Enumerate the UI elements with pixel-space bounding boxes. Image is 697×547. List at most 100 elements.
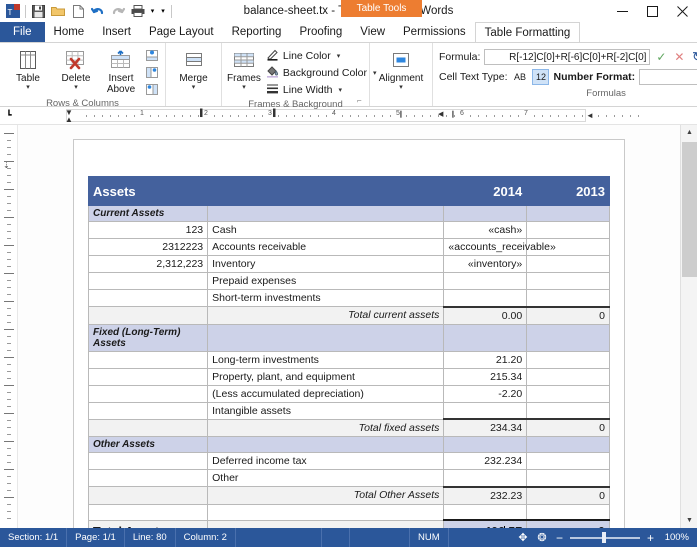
- zoom-out-button[interactable]: −: [554, 531, 565, 545]
- frames-dropdown-caret[interactable]: ▾: [242, 84, 246, 91]
- table-row[interactable]: Other Assets: [87, 436, 610, 453]
- table-row[interactable]: [87, 503, 610, 521]
- zoom-slider-knob[interactable]: [601, 532, 606, 543]
- row-2014-cell[interactable]: [443, 272, 528, 290]
- insert-above-button[interactable]: Insert Above: [101, 46, 141, 95]
- header-assets[interactable]: Assets: [87, 176, 209, 206]
- row-2013-cell[interactable]: [526, 469, 610, 487]
- row-2014-cell[interactable]: «cash»: [443, 221, 528, 239]
- row-2014-cell[interactable]: 232.23: [443, 485, 528, 505]
- row-2013-cell[interactable]: 0: [526, 485, 610, 505]
- tab-table-formatting[interactable]: Table Formatting: [474, 22, 581, 42]
- section-blank-cell[interactable]: [526, 205, 610, 222]
- row-2014-cell[interactable]: [443, 289, 528, 307]
- section-blank-cell[interactable]: [526, 436, 610, 453]
- print-icon[interactable]: [128, 2, 148, 21]
- balance-sheet-table[interactable]: Assets 2014 2013 Current Assets 123 Cash «cash…: [87, 176, 610, 528]
- table-button[interactable]: Table ▾: [5, 46, 51, 91]
- insert-below-icon[interactable]: [143, 47, 160, 63]
- section-blank-cell[interactable]: [443, 436, 528, 453]
- row-number-cell[interactable]: [87, 486, 209, 505]
- row-description-cell[interactable]: (Less accumulated depreciation): [207, 384, 445, 403]
- vertical-scrollbar[interactable]: ▲ ▼: [680, 125, 697, 528]
- new-document-icon[interactable]: [68, 2, 88, 21]
- row-number-cell[interactable]: [87, 350, 209, 369]
- row-2014-cell[interactable]: 234.34: [443, 418, 528, 437]
- row-number-cell[interactable]: [87, 452, 209, 470]
- status-num-lock[interactable]: NUM: [410, 528, 449, 547]
- section-blank-cell[interactable]: [443, 205, 528, 222]
- row-description-cell[interactable]: Property, plant, and equipment: [207, 367, 445, 386]
- alignment-button[interactable]: Alignment ▾: [375, 46, 427, 91]
- merge-dropdown-caret[interactable]: ▾: [192, 84, 196, 91]
- vertical-ruler-marker[interactable]: ⇣: [3, 161, 10, 170]
- section-label-cell[interactable]: Other Assets: [87, 436, 209, 453]
- row-2013-cell[interactable]: [526, 401, 610, 420]
- status-column[interactable]: Column: 2: [176, 528, 236, 547]
- row-description-cell[interactable]: Total Other Assets: [207, 486, 445, 505]
- tab-view[interactable]: View: [351, 22, 394, 42]
- table-row[interactable]: 2,312,223 Inventory «inventory»: [87, 255, 610, 273]
- row-description-cell[interactable]: Inventory: [207, 255, 445, 273]
- row-number-cell[interactable]: [87, 272, 209, 290]
- insert-right-icon[interactable]: [143, 81, 160, 97]
- close-button[interactable]: [667, 0, 697, 22]
- row-2014-cell[interactable]: [443, 503, 528, 521]
- line-color-button[interactable]: Line Color ▾: [263, 48, 380, 64]
- qat-customize-icon[interactable]: ▾: [157, 2, 169, 21]
- status-section[interactable]: Section: 1/1: [0, 528, 68, 547]
- table-row[interactable]: Deferred income tax 232.234: [87, 452, 610, 470]
- section-blank-cell[interactable]: [207, 323, 445, 352]
- row-number-cell[interactable]: [87, 367, 209, 386]
- document-page[interactable]: Assets 2014 2013 Current Assets 123 Cash «cash…: [73, 139, 625, 528]
- status-line[interactable]: Line: 80: [125, 528, 176, 547]
- row-number-cell[interactable]: [87, 289, 209, 307]
- table-row[interactable]: Total fixed assets 234.34 0: [87, 418, 610, 437]
- zoom-slider[interactable]: [569, 531, 640, 545]
- tab-permissions[interactable]: Permissions: [394, 22, 475, 42]
- row-2014-cell[interactable]: [443, 401, 528, 420]
- row-2013-cell[interactable]: [526, 503, 610, 521]
- tab-file[interactable]: File: [0, 22, 45, 42]
- open-folder-icon[interactable]: [48, 2, 68, 21]
- row-number-cell[interactable]: 2,312,223: [87, 255, 209, 273]
- grand-total-2014-cell[interactable]: 466.57: [443, 519, 528, 528]
- row-number-cell[interactable]: 2312223: [87, 238, 209, 256]
- delete-button[interactable]: Delete ▾: [53, 46, 99, 91]
- row-description-cell[interactable]: Total current assets: [207, 306, 445, 325]
- row-2013-cell[interactable]: [526, 272, 610, 290]
- header-2013[interactable]: 2013: [526, 176, 610, 206]
- grand-total-label-cell[interactable]: Total Assets: [87, 519, 209, 528]
- row-description-cell[interactable]: Intangible assets: [207, 401, 445, 420]
- status-page[interactable]: Page: 1/1: [67, 528, 125, 547]
- row-2013-cell[interactable]: 0: [526, 418, 610, 437]
- row-number-cell[interactable]: [87, 469, 209, 487]
- save-icon[interactable]: [28, 2, 48, 21]
- section-blank-cell[interactable]: [526, 323, 610, 352]
- vertical-ruler[interactable]: ⇣: [0, 125, 18, 528]
- section-label-cell[interactable]: Fixed (Long-Term) Assets: [87, 323, 209, 352]
- tab-insert[interactable]: Insert: [93, 22, 140, 42]
- frames-button[interactable]: Frames ▾: [227, 46, 261, 91]
- frames-background-dialog-launcher[interactable]: ⌐: [357, 96, 366, 105]
- zoom-level-label[interactable]: 100%: [661, 532, 689, 543]
- scroll-up-arrow[interactable]: ▲: [681, 125, 697, 140]
- row-description-cell[interactable]: Total fixed assets: [207, 418, 445, 437]
- row-2013-cell[interactable]: 0: [526, 305, 610, 325]
- scroll-thumb[interactable]: [682, 142, 697, 277]
- row-2013-cell[interactable]: [526, 350, 610, 369]
- cell-type-text-button[interactable]: AB: [511, 69, 528, 85]
- section-blank-cell[interactable]: [207, 436, 445, 453]
- background-color-button[interactable]: Background Color ▾: [263, 65, 380, 81]
- row-number-cell[interactable]: [87, 401, 209, 420]
- table-row[interactable]: Total Other Assets 232.23 0: [87, 485, 610, 505]
- ruler-tab-stop[interactable]: ▌: [200, 110, 205, 117]
- ruler-indent-marker[interactable]: ◄: [586, 111, 594, 120]
- table-row[interactable]: (Less accumulated depreciation) -2.20: [87, 384, 610, 403]
- row-2013-cell[interactable]: [526, 367, 610, 386]
- maximize-button[interactable]: [637, 0, 667, 22]
- row-description-cell[interactable]: Long-term investments: [207, 350, 445, 369]
- row-2014-cell[interactable]: 21.20: [443, 350, 528, 369]
- tab-page-layout[interactable]: Page Layout: [140, 22, 223, 42]
- section-label-cell[interactable]: Current Assets: [87, 205, 209, 222]
